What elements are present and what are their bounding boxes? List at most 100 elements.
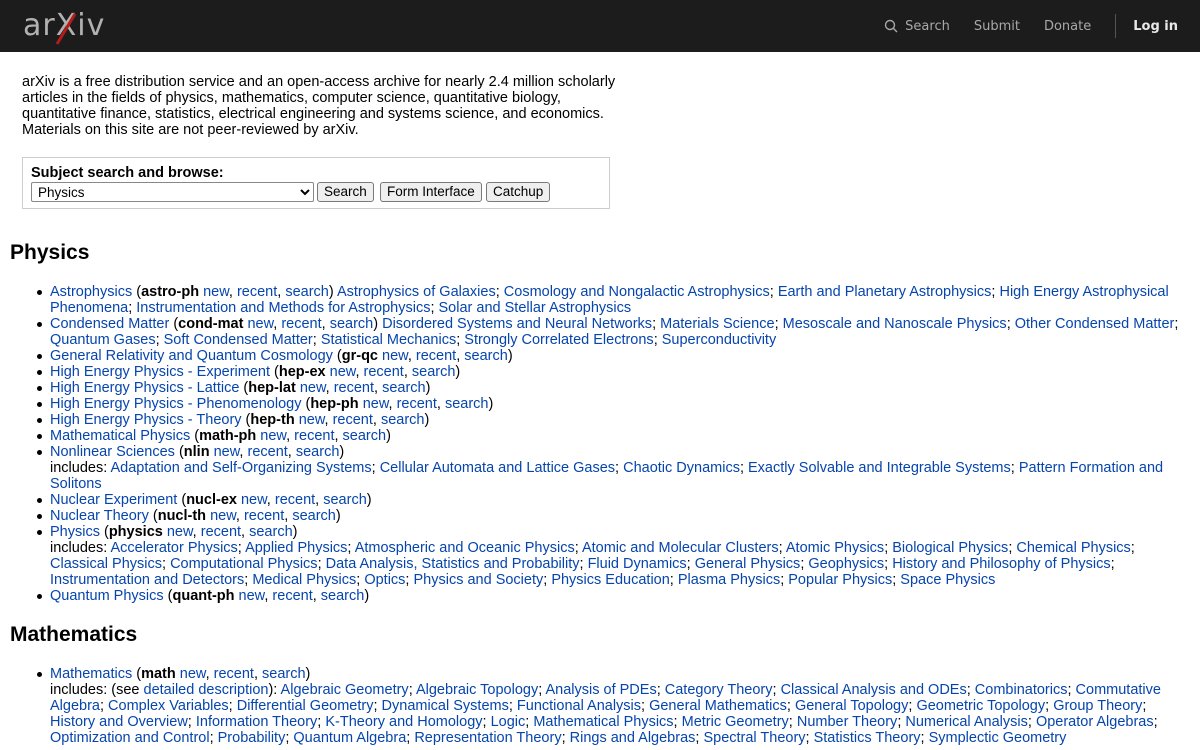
subcategory-link-history-and-philosophy-of-physics[interactable]: History and Philosophy of Physics	[892, 556, 1110, 572]
subcategory-link-logic[interactable]: Logic	[491, 714, 526, 730]
subcategory-link-chemical-physics[interactable]: Chemical Physics	[1016, 540, 1130, 556]
subcategory-link-physics-education[interactable]: Physics Education	[551, 572, 669, 588]
subcategory-link-combinatorics[interactable]: Combinatorics	[975, 682, 1068, 698]
subcategory-link-general-topology[interactable]: General Topology	[795, 698, 908, 714]
subcategory-link-exactly-solvable-and-integrable-systems[interactable]: Exactly Solvable and Integrable Systems	[748, 460, 1011, 476]
subcategory-link-instrumentation-and-methods-for-astrophysics[interactable]: Instrumentation and Methods for Astrophy…	[136, 300, 430, 316]
subcategory-link-operator-algebras[interactable]: Operator Algebras	[1036, 714, 1154, 730]
search-link[interactable]: search	[285, 284, 329, 300]
subcategory-link-probability[interactable]: Probability	[218, 730, 286, 746]
subcategory-link-soft-condensed-matter[interactable]: Soft Condensed Matter	[164, 332, 313, 348]
subcategory-link-general-mathematics[interactable]: General Mathematics	[649, 698, 787, 714]
subject-search-button[interactable]: Search	[317, 182, 374, 202]
subcategory-link-statistics-theory[interactable]: Statistics Theory	[814, 730, 921, 746]
detailed-description-link[interactable]: detailed description	[144, 682, 269, 698]
subcategory-link-physics-and-society[interactable]: Physics and Society	[413, 572, 543, 588]
new-link[interactable]: new	[180, 666, 206, 682]
subcategory-link-quantum-gases[interactable]: Quantum Gases	[50, 332, 156, 348]
subcategory-link-algebraic-geometry[interactable]: Algebraic Geometry	[281, 682, 409, 698]
recent-link[interactable]: recent	[364, 364, 404, 380]
subcategory-link-astrophysics-of-galaxies[interactable]: Astrophysics of Galaxies	[337, 284, 496, 300]
archive-link-math[interactable]: Mathematics	[50, 666, 132, 682]
subcategory-link-algebraic-topology[interactable]: Algebraic Topology	[416, 682, 538, 698]
subcategory-link-other-condensed-matter[interactable]: Other Condensed Matter	[1015, 316, 1175, 332]
recent-link[interactable]: recent	[281, 316, 321, 332]
recent-link[interactable]: recent	[333, 412, 373, 428]
subcategory-link-popular-physics[interactable]: Popular Physics	[788, 572, 892, 588]
subcategory-link-information-theory[interactable]: Information Theory	[196, 714, 317, 730]
search-link[interactable]: search	[382, 380, 426, 396]
search-link[interactable]: search	[262, 666, 306, 682]
subcategory-link-number-theory[interactable]: Number Theory	[797, 714, 897, 730]
recent-link[interactable]: recent	[214, 666, 254, 682]
subcategory-link-superconductivity[interactable]: Superconductivity	[662, 332, 776, 348]
archive-link-nucl-ex[interactable]: Nuclear Experiment	[50, 492, 177, 508]
subcategory-link-differential-geometry[interactable]: Differential Geometry	[237, 698, 374, 714]
subcategory-link-classical-physics[interactable]: Classical Physics	[50, 556, 162, 572]
subcategory-link-fluid-dynamics[interactable]: Fluid Dynamics	[588, 556, 687, 572]
archive-link-hep-ex[interactable]: High Energy Physics - Experiment	[50, 364, 270, 380]
subcategory-link-representation-theory[interactable]: Representation Theory	[414, 730, 561, 746]
search-link[interactable]: search	[330, 316, 374, 332]
subcategory-link-classical-analysis-and-odes[interactable]: Classical Analysis and ODEs	[781, 682, 967, 698]
subcategory-link-group-theory[interactable]: Group Theory	[1053, 698, 1142, 714]
subcategory-link-history-and-overview[interactable]: History and Overview	[50, 714, 188, 730]
subcategory-link-instrumentation-and-detectors[interactable]: Instrumentation and Detectors	[50, 572, 244, 588]
search-link[interactable]: search	[321, 588, 365, 604]
archive-link-hep-ph[interactable]: High Energy Physics - Phenomenology	[50, 396, 301, 412]
subcategory-link-mesoscale-and-nanoscale-physics[interactable]: Mesoscale and Nanoscale Physics	[783, 316, 1007, 332]
new-link[interactable]: new	[382, 348, 408, 364]
subcategory-link-data-analysis-statistics-and-probability[interactable]: Data Analysis, Statistics and Probabilit…	[326, 556, 580, 572]
header-submit-link[interactable]: Submit	[974, 19, 1020, 34]
form-interface-button[interactable]: Form Interface	[380, 182, 482, 202]
recent-link[interactable]: recent	[397, 396, 437, 412]
login-link[interactable]: Log in	[1133, 19, 1178, 34]
subcategory-link-atmospheric-and-oceanic-physics[interactable]: Atmospheric and Oceanic Physics	[355, 540, 575, 556]
subcategory-link-computational-physics[interactable]: Computational Physics	[170, 556, 318, 572]
subcategory-link-category-theory[interactable]: Category Theory	[665, 682, 773, 698]
recent-link[interactable]: recent	[247, 444, 287, 460]
subcategory-link-earth-and-planetary-astrophysics[interactable]: Earth and Planetary Astrophysics	[778, 284, 992, 300]
subcategory-link-numerical-analysis[interactable]: Numerical Analysis	[905, 714, 1028, 730]
new-link[interactable]: new	[203, 284, 229, 300]
recent-link[interactable]: recent	[334, 380, 374, 396]
search-link[interactable]: search	[445, 396, 489, 412]
subcategory-link-k-theory-and-homology[interactable]: K-Theory and Homology	[325, 714, 482, 730]
subcategory-link-optics[interactable]: Optics	[364, 572, 405, 588]
new-link[interactable]: new	[239, 588, 265, 604]
subcategory-link-adaptation-and-self-organizing-systems[interactable]: Adaptation and Self-Organizing Systems	[110, 460, 371, 476]
subcategory-link-geometric-topology[interactable]: Geometric Topology	[916, 698, 1045, 714]
new-link[interactable]: new	[363, 396, 389, 412]
subcategory-link-strongly-correlated-electrons[interactable]: Strongly Correlated Electrons	[464, 332, 653, 348]
recent-link[interactable]: recent	[275, 492, 315, 508]
subcategory-link-atomic-physics[interactable]: Atomic Physics	[786, 540, 884, 556]
archive-link-astro-ph[interactable]: Astrophysics	[50, 284, 132, 300]
archive-link-nucl-th[interactable]: Nuclear Theory	[50, 508, 149, 524]
archive-link-physics[interactable]: Physics	[50, 524, 100, 540]
archive-link-quant-ph[interactable]: Quantum Physics	[50, 588, 164, 604]
subcategory-link-functional-analysis[interactable]: Functional Analysis	[517, 698, 641, 714]
subcategory-link-applied-physics[interactable]: Applied Physics	[245, 540, 347, 556]
subcategory-link-materials-science[interactable]: Materials Science	[660, 316, 774, 332]
subcategory-link-plasma-physics[interactable]: Plasma Physics	[678, 572, 780, 588]
recent-link[interactable]: recent	[416, 348, 456, 364]
subcategory-link-symplectic-geometry[interactable]: Symplectic Geometry	[929, 730, 1067, 746]
arxiv-logo[interactable]: arXiv	[23, 9, 115, 45]
subcategory-link-mathematical-physics[interactable]: Mathematical Physics	[533, 714, 673, 730]
subcategory-link-metric-geometry[interactable]: Metric Geometry	[682, 714, 789, 730]
recent-link[interactable]: recent	[294, 428, 334, 444]
new-link[interactable]: new	[260, 428, 286, 444]
search-link[interactable]: search	[292, 508, 336, 524]
subcategory-link-space-physics[interactable]: Space Physics	[900, 572, 995, 588]
recent-link[interactable]: recent	[244, 508, 284, 524]
search-link[interactable]: search	[323, 492, 367, 508]
new-link[interactable]: new	[241, 492, 267, 508]
subcategory-link-accelerator-physics[interactable]: Accelerator Physics	[110, 540, 237, 556]
recent-link[interactable]: recent	[237, 284, 277, 300]
subcategory-link-biological-physics[interactable]: Biological Physics	[892, 540, 1008, 556]
subcategory-link-disordered-systems-and-neural-networks[interactable]: Disordered Systems and Neural Networks	[382, 316, 652, 332]
new-link[interactable]: new	[214, 444, 240, 460]
subcategory-link-cosmology-and-nongalactic-astrophysics[interactable]: Cosmology and Nongalactic Astrophysics	[504, 284, 770, 300]
subcategory-link-geophysics[interactable]: Geophysics	[808, 556, 884, 572]
new-link[interactable]: new	[167, 524, 193, 540]
